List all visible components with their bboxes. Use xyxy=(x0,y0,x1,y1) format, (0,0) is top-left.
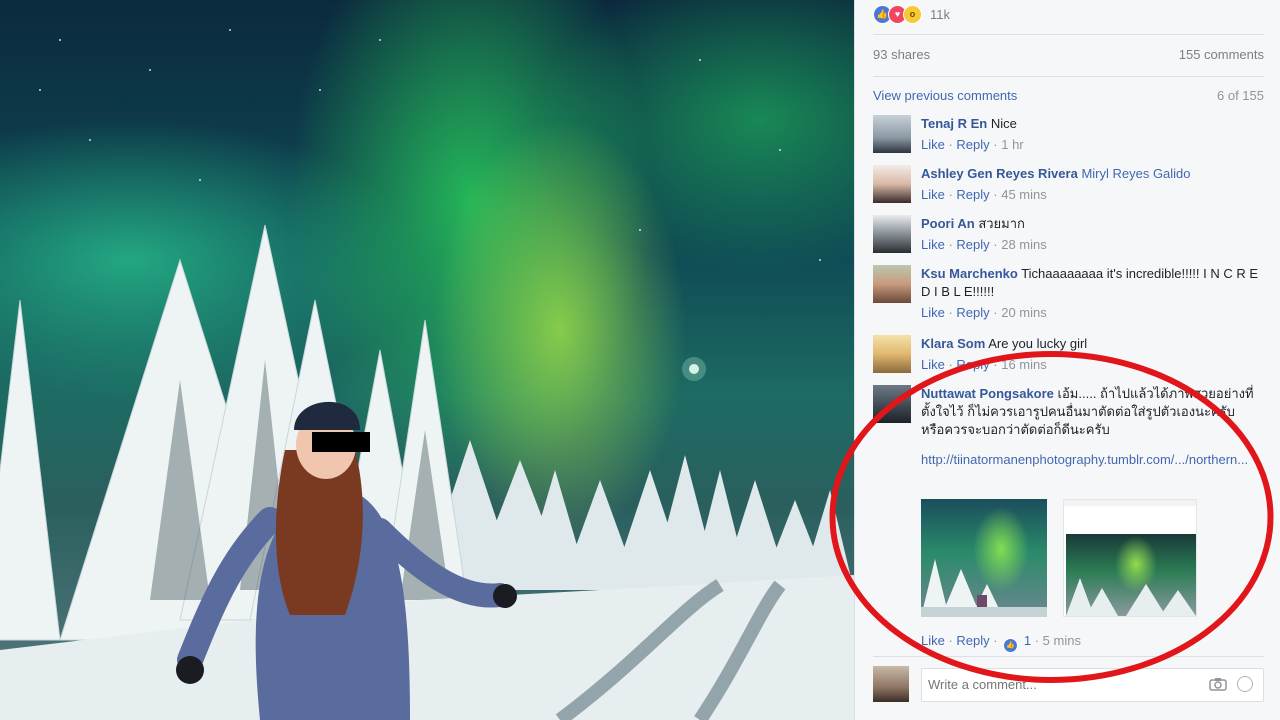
comment-item: Nuttawat Pongsakore เอ้ม..... ถ้าไปแล้วไ… xyxy=(873,385,1264,655)
reply-link[interactable]: Reply xyxy=(956,187,989,202)
preview-image[interactable] xyxy=(1066,534,1196,616)
comment-author[interactable]: Klara Som xyxy=(921,336,985,351)
like-link[interactable]: Like xyxy=(921,357,945,372)
reply-link[interactable]: Reply xyxy=(956,633,989,648)
comment-time[interactable]: 16 mins xyxy=(1001,357,1047,372)
reply-link[interactable]: Reply xyxy=(956,305,989,320)
wow-icon: o xyxy=(903,4,922,24)
comment-text: สวยมาก xyxy=(978,216,1025,231)
link-preview-images[interactable] xyxy=(921,499,1197,617)
like-link[interactable]: Like xyxy=(921,187,945,202)
emoji-icon[interactable] xyxy=(1237,676,1253,692)
avatar[interactable] xyxy=(873,115,911,153)
comment-input-box[interactable] xyxy=(921,668,1264,702)
post-photo[interactable] xyxy=(0,0,854,720)
avatar[interactable] xyxy=(873,165,911,203)
previous-comments-row: View previous comments 6 of 155 xyxy=(873,88,1264,103)
comment-author[interactable]: Poori An xyxy=(921,216,975,231)
like-icon: 👍 xyxy=(1003,637,1019,653)
post-stats: 93 shares 155 comments xyxy=(873,47,1264,69)
comment-time[interactable]: 1 hr xyxy=(1001,137,1023,152)
shares-count[interactable]: 93 shares xyxy=(873,47,930,69)
comment-time[interactable]: 28 mins xyxy=(1001,237,1047,252)
comment-text[interactable]: Miryl Reyes Galido xyxy=(1081,166,1190,181)
divider xyxy=(873,34,1264,35)
divider xyxy=(873,656,1264,657)
reply-link[interactable]: Reply xyxy=(956,237,989,252)
like-link[interactable]: Like xyxy=(921,237,945,252)
comments-panel: 👍 ♥ o 11k 93 shares 155 comments View pr… xyxy=(854,0,1280,720)
like-link[interactable]: Like xyxy=(921,305,945,320)
reaction-count[interactable]: 11k xyxy=(930,7,950,22)
comment-actions: Like · Reply · 👍 1 · 5 mins xyxy=(921,633,1081,653)
camera-icon[interactable] xyxy=(1209,677,1227,691)
comment-text: Nice xyxy=(990,116,1017,131)
censor-bar xyxy=(312,432,370,452)
preview-page[interactable] xyxy=(1063,499,1197,617)
aurora-landscape xyxy=(0,29,854,720)
reply-link[interactable]: Reply xyxy=(956,357,989,372)
reaction-summary[interactable]: 👍 ♥ o 11k xyxy=(873,4,950,24)
preview-page-bar xyxy=(1064,500,1196,506)
comment-author[interactable]: Nuttawat Pongsakore xyxy=(921,386,1054,401)
comment-author[interactable]: Tenaj R En xyxy=(921,116,987,131)
divider xyxy=(873,76,1264,77)
like-link[interactable]: Like xyxy=(921,633,945,648)
comment-time[interactable]: 20 mins xyxy=(1001,305,1047,320)
comments-count[interactable]: 155 comments xyxy=(1179,47,1264,69)
comment-link[interactable]: http://tiinatormanenphotography.tumblr.c… xyxy=(921,452,1248,467)
comment-text: Are you lucky girl xyxy=(988,336,1088,351)
avatar[interactable] xyxy=(873,215,911,253)
comment-author[interactable]: Ksu Marchenko xyxy=(921,266,1018,281)
comment-author[interactable]: Ashley Gen Reyes Rivera xyxy=(921,166,1078,181)
preview-image[interactable] xyxy=(921,499,1047,617)
comments-shown-count: 6 of 155 xyxy=(1217,88,1264,103)
comment-input[interactable] xyxy=(928,677,1188,692)
avatar[interactable] xyxy=(873,265,911,303)
comment-time[interactable]: 45 mins xyxy=(1001,187,1047,202)
comment-composer xyxy=(873,664,1264,704)
user-avatar[interactable] xyxy=(873,666,909,702)
like-link[interactable]: Like xyxy=(921,137,945,152)
reply-link[interactable]: Reply xyxy=(956,137,989,152)
reaction-count[interactable]: 1 xyxy=(1024,633,1031,648)
avatar[interactable] xyxy=(873,385,911,423)
comment-time[interactable]: 5 mins xyxy=(1043,633,1081,648)
avatar[interactable] xyxy=(873,335,911,373)
view-previous-comments-link[interactable]: View previous comments xyxy=(873,88,1017,103)
